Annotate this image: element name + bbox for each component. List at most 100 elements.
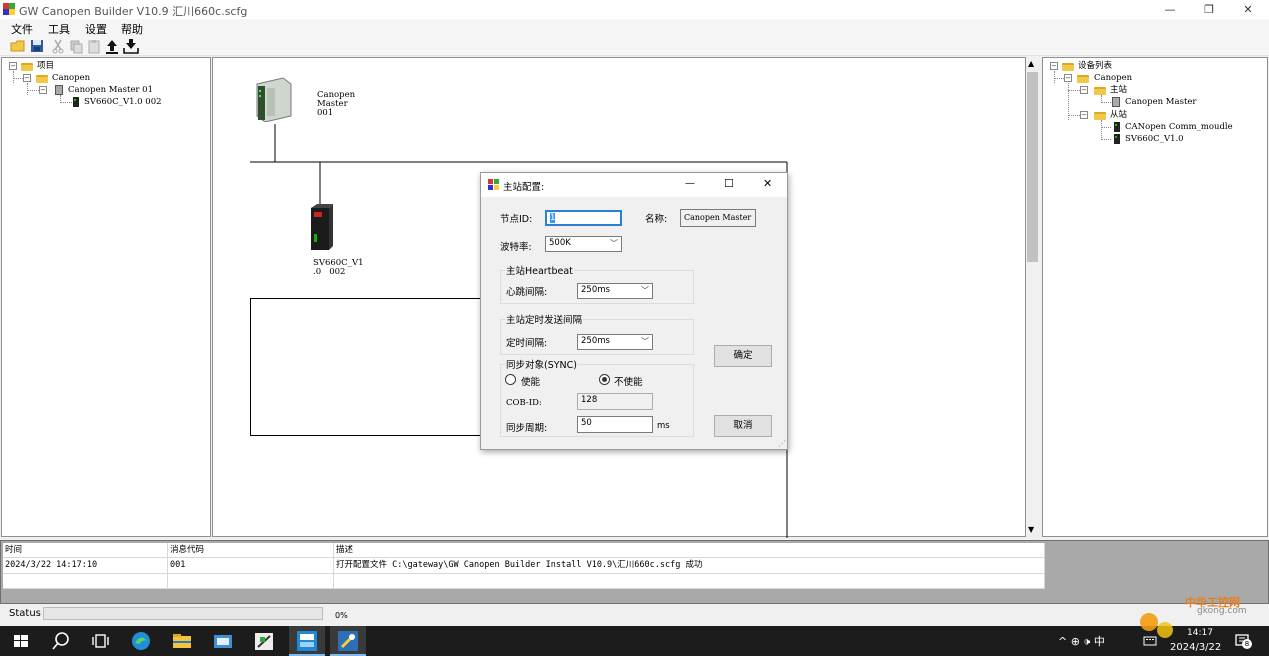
period-unit: ms: [657, 421, 670, 431]
edge-browser-icon[interactable]: [129, 629, 153, 653]
master-device-image[interactable]: [253, 76, 293, 125]
collapse-toggle[interactable]: −: [9, 62, 17, 70]
device-list-tree: − 设备列表 − Canopen − 主站 Canopen Master − 从…: [1042, 57, 1268, 537]
slave-device-image[interactable]: [309, 204, 335, 255]
log-header-code[interactable]: 消息代码: [168, 543, 334, 558]
collapse-toggle[interactable]: −: [1050, 62, 1058, 70]
file-explorer-icon[interactable]: [170, 629, 194, 653]
close-button[interactable]: ✕: [1229, 0, 1267, 19]
log-empty-cell: [3, 574, 168, 589]
tool-app-icon[interactable]: [252, 629, 276, 653]
slave-device-icon: [1114, 134, 1120, 144]
tree-item-canopen-master[interactable]: Canopen Master: [1125, 96, 1196, 108]
clock-time[interactable]: 14:17: [1187, 628, 1213, 638]
tree-item-canopen[interactable]: Canopen: [52, 72, 90, 84]
period-input[interactable]: 50: [577, 416, 653, 433]
scroll-up-icon[interactable]: ▲: [1028, 59, 1034, 68]
tree-item-master-group[interactable]: 主站: [1110, 84, 1127, 96]
tree-item-canopen[interactable]: Canopen: [1094, 72, 1132, 84]
upload-icon[interactable]: [104, 38, 120, 54]
slave-device-icon: [1114, 122, 1120, 132]
collapse-toggle[interactable]: −: [1080, 111, 1088, 119]
name-label: 名称:: [645, 214, 668, 225]
project-tree: − 项目 − Canopen − Canopen Master 01 SV660…: [1, 57, 211, 537]
folder-icon: [1094, 87, 1106, 95]
tree-item-sv660c[interactable]: SV660C_V1.0: [1125, 133, 1184, 145]
log-header-desc[interactable]: 描述: [334, 543, 1045, 558]
dialog-close-button[interactable]: ✕: [763, 177, 772, 190]
app-icon: [3, 3, 15, 15]
collapse-toggle[interactable]: −: [23, 74, 31, 82]
dialog-minimize-button[interactable]: —: [685, 178, 695, 189]
paste-icon[interactable]: [86, 38, 102, 54]
tree-item-slave-group[interactable]: 从站: [1110, 109, 1127, 121]
menu-bar: 文件 工具 设置 帮助: [0, 19, 1269, 36]
open-icon[interactable]: [10, 38, 26, 54]
notification-icon[interactable]: 8: [1234, 632, 1252, 653]
dialog-maximize-button[interactable]: ☐: [724, 177, 734, 190]
task-view-icon[interactable]: [88, 629, 112, 653]
node-id-input[interactable]: 1: [545, 210, 622, 226]
taskbar-canopen-builder[interactable]: [330, 626, 366, 656]
log-empty-cell: [334, 574, 1045, 589]
heartbeat-group-title: 主站Heartbeat: [505, 263, 574, 277]
save-icon[interactable]: [29, 38, 45, 54]
log-cell-code[interactable]: 001: [168, 558, 334, 574]
name-field[interactable]: Canopen Master: [680, 209, 756, 227]
download-icon[interactable]: [123, 38, 139, 54]
cut-icon[interactable]: [50, 38, 66, 54]
heartbeat-label: 心跳间隔:: [506, 287, 548, 298]
dialog-app-icon: [488, 179, 499, 193]
search-icon[interactable]: [49, 629, 73, 653]
heartbeat-select[interactable]: 250ms ﹀: [577, 283, 653, 299]
collapse-toggle[interactable]: −: [1080, 86, 1088, 94]
taskbar-active-app[interactable]: [289, 626, 325, 656]
collapse-toggle[interactable]: −: [39, 86, 47, 94]
folder-icon: [21, 63, 33, 71]
cob-id-field[interactable]: 128: [577, 393, 653, 410]
ok-button[interactable]: 确定: [714, 345, 772, 367]
resize-grip-icon[interactable]: ⋰: [778, 439, 786, 448]
tree-item-canopen-comm[interactable]: CANopen Comm_moudle: [1125, 121, 1233, 133]
menu-settings[interactable]: 设置: [85, 21, 107, 37]
enable-radio[interactable]: [505, 374, 516, 385]
collapse-toggle[interactable]: −: [1064, 74, 1072, 82]
minimize-button[interactable]: —: [1151, 0, 1189, 19]
enable-label: 使能: [521, 377, 541, 388]
timer-select[interactable]: 250ms ﹀: [577, 334, 653, 350]
autoshop-icon: [297, 631, 317, 651]
menu-tools[interactable]: 工具: [48, 21, 70, 37]
scrollbar-thumb[interactable]: [1027, 72, 1038, 262]
notification-count-badge: 8: [1242, 639, 1252, 649]
slave-device-label: SV660C_V1 .0 002: [313, 258, 364, 277]
menu-help[interactable]: 帮助: [121, 21, 143, 37]
system-tray[interactable]: ^ ⊕ 🕩 中: [1058, 633, 1105, 649]
tree-item-device-list[interactable]: 设备列表: [1078, 60, 1112, 72]
baud-select[interactable]: 500K ﹀: [545, 236, 622, 252]
window-title: GW Canopen Builder V10.9 汇川660c.scfg: [19, 5, 248, 18]
log-cell-time[interactable]: 2024/3/22 14:17:10: [3, 558, 168, 574]
clock-date[interactable]: 2024/3/22: [1170, 642, 1221, 653]
cancel-button[interactable]: 取消: [714, 415, 772, 437]
log-cell-desc[interactable]: 打开配置文件 C:\gateway\GW Canopen Builder Ins…: [334, 558, 1045, 574]
mail-app-icon[interactable]: [211, 629, 235, 653]
disable-radio[interactable]: [599, 374, 610, 385]
menu-file[interactable]: 文件: [11, 21, 33, 37]
log-header-time[interactable]: 时间: [3, 543, 168, 558]
tree-item-slave[interactable]: SV660C_V1.0 002: [84, 96, 162, 108]
cob-id-label: COB-ID:: [506, 398, 542, 408]
status-label: Status: [9, 608, 41, 619]
tree-item-project[interactable]: 项目: [37, 60, 54, 72]
tree-item-master[interactable]: Canopen Master 01: [68, 84, 153, 96]
scroll-down-icon[interactable]: ▼: [1028, 525, 1034, 534]
timer-group-title: 主站定时发送间隔: [505, 312, 584, 326]
message-log: 时间 消息代码 描述 2024/3/22 14:17:10 001 打开配置文件…: [0, 540, 1269, 604]
maximize-button[interactable]: ❐: [1190, 0, 1228, 19]
start-icon[interactable]: [9, 629, 33, 653]
heartbeat-value: 250ms: [581, 285, 610, 295]
dialog-title: 主站配置:: [503, 182, 545, 193]
copy-icon[interactable]: [68, 38, 84, 54]
timer-label: 定时间隔:: [506, 338, 548, 349]
baud-label: 波特率:: [500, 242, 532, 253]
master-device-label: Canopen Master 001: [317, 90, 356, 118]
